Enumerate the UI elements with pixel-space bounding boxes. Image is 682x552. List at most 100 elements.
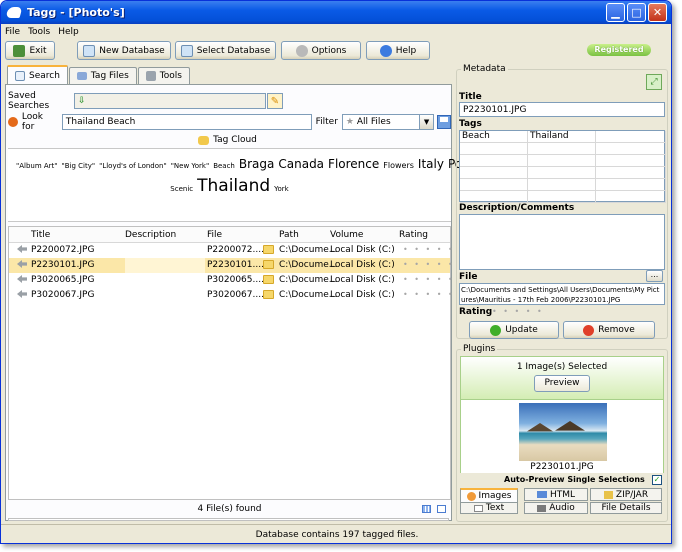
tag-cloud-item[interactable]: "Lloyd's of London" <box>99 162 167 170</box>
tag-cell[interactable] <box>528 167 596 179</box>
column-file[interactable]: File <box>207 230 222 240</box>
tag-cell[interactable] <box>460 155 528 167</box>
tag-cloud-item[interactable]: Flowers <box>383 161 414 170</box>
photo-thumbnail[interactable] <box>519 403 607 461</box>
plugin-tab-html[interactable]: HTML <box>524 488 588 501</box>
help-button[interactable]: Help <box>366 41 430 60</box>
list-view-icon[interactable] <box>437 505 446 513</box>
tab-tag-files[interactable]: Tag Files <box>68 67 137 84</box>
title-input[interactable]: P2230101.JPG <box>459 102 665 117</box>
saved-searches-select[interactable]: ⇩ <box>74 93 266 109</box>
plugin-tab-file-details[interactable]: File Details <box>590 502 662 514</box>
rating-label: Rating <box>459 307 493 317</box>
exit-button[interactable]: Exit <box>5 41 55 60</box>
tag-cloud-item[interactable]: Canada <box>278 157 324 171</box>
auto-preview-checkbox[interactable]: ✓ <box>652 475 662 485</box>
remove-button[interactable]: Remove <box>563 321 655 339</box>
preview-button[interactable]: Preview <box>534 375 590 392</box>
grid-view-icon[interactable] <box>422 505 431 513</box>
app-window: Tagg - [Photo's] ▁ □ ✕ File Tools Help E… <box>0 0 672 544</box>
file-label: File <box>459 272 478 282</box>
tag-cell[interactable]: Thailand <box>528 131 596 143</box>
folder-icon[interactable] <box>263 245 274 254</box>
clear-search-icon[interactable] <box>8 117 18 127</box>
table-row[interactable]: P3020067.JPG P3020067.... C:\Docume... Loca… <box>9 288 453 303</box>
umbrella-shape <box>527 423 553 432</box>
column-path[interactable]: Path <box>279 230 299 240</box>
tag-cell[interactable] <box>528 191 596 203</box>
tag-cloud-item[interactable]: Italy <box>418 157 444 171</box>
tag-cloud-item[interactable]: Scenic <box>170 185 193 193</box>
new-database-button[interactable]: New Database <box>77 41 171 60</box>
file-path-field[interactable]: C:\Documents and Settings\All Users\Docu… <box>459 283 665 305</box>
table-row[interactable]: P3020065.JPG P3020065.... C:\Docume... Loca… <box>9 273 453 288</box>
tag-cloud-item[interactable]: Florence <box>328 157 379 171</box>
description-cell[interactable] <box>125 258 205 273</box>
tag-cloud-item[interactable]: Thailand <box>197 176 270 196</box>
tag-cell[interactable] <box>460 179 528 191</box>
status-bar: Database contains 197 tagged files. <box>1 524 671 543</box>
update-button[interactable]: Update <box>469 321 559 339</box>
description-textarea[interactable] <box>459 214 665 270</box>
cell-volume: Local Disk (C:) <box>330 245 395 255</box>
column-rating[interactable]: Rating <box>399 230 428 240</box>
filter-select[interactable]: ★ All Files ▼ <box>341 114 435 130</box>
tag-cell[interactable] <box>596 143 666 155</box>
plugin-tab-text[interactable]: Text <box>460 502 518 514</box>
table-row[interactable]: P2230101.JPG P2230101.... C:\Docume... Loca… <box>9 258 453 273</box>
maximize-button[interactable]: □ <box>627 3 646 22</box>
tag-cloud-item[interactable]: Beach <box>213 162 235 170</box>
tag-cloud-item[interactable]: "Album Art" <box>16 162 58 170</box>
tag-cloud-item[interactable]: "Big City" <box>62 162 96 170</box>
tag-cell[interactable] <box>596 191 666 203</box>
tag-cell[interactable] <box>596 179 666 191</box>
tag-cell[interactable] <box>460 143 528 155</box>
plugin-tab-audio[interactable]: Audio <box>524 502 588 514</box>
tag-cell[interactable] <box>596 131 666 143</box>
options-button[interactable]: Options <box>281 41 361 60</box>
tags-table[interactable]: Beach Thailand <box>459 130 666 203</box>
saved-searches-row: Saved Searches ⇩ ✎ <box>8 91 283 111</box>
tag-cell[interactable] <box>460 191 528 203</box>
column-volume[interactable]: Volume <box>330 230 363 240</box>
folder-icon[interactable] <box>263 260 274 269</box>
tag-cell[interactable] <box>596 155 666 167</box>
rating-stars[interactable]: • • • • • <box>492 307 544 316</box>
file-list: Title Description File Path Volume Ratin… <box>8 226 453 500</box>
save-search-button[interactable] <box>437 115 451 129</box>
plugin-tab-zip-jar[interactable]: ZIP/JAR <box>590 488 662 501</box>
column-title[interactable]: Title <box>31 230 50 240</box>
tag-cloud-item[interactable]: "New York" <box>171 162 210 170</box>
new-database-icon <box>83 44 96 57</box>
edit-saved-search-button[interactable]: ✎ <box>267 93 283 109</box>
minimize-button[interactable]: ▁ <box>606 3 625 22</box>
title-bar[interactable]: Tagg - [Photo's] ▁ □ ✕ <box>1 1 671 24</box>
row-arrow-icon <box>17 275 27 283</box>
menu-tools[interactable]: Tools <box>28 27 50 37</box>
tag-cell[interactable] <box>528 179 596 191</box>
folder-icon[interactable] <box>263 290 274 299</box>
horizontal-scrollbar[interactable] <box>8 518 449 521</box>
tag-cell[interactable] <box>596 167 666 179</box>
menu-file[interactable]: File <box>5 27 20 37</box>
browse-file-button[interactable]: ... <box>646 270 663 282</box>
table-row[interactable]: P2200072.JPG P2200072.... C:\Docume... Loca… <box>9 243 453 258</box>
folder-icon[interactable] <box>263 275 274 284</box>
plugin-tab-images[interactable]: Images <box>460 488 518 503</box>
images-icon <box>466 491 476 501</box>
select-database-button[interactable]: Select Database <box>175 41 276 60</box>
look-for-input[interactable]: Thailand Beach <box>61 114 312 130</box>
menu-help[interactable]: Help <box>58 27 79 37</box>
tag-cell[interactable] <box>528 155 596 167</box>
tab-tools[interactable]: Tools <box>137 67 190 84</box>
tag-cloud-item[interactable]: Braga <box>239 157 275 171</box>
tag-cloud-item[interactable]: York <box>274 185 289 193</box>
tag-cell[interactable] <box>460 167 528 179</box>
column-description[interactable]: Description <box>125 230 176 240</box>
close-button[interactable]: ✕ <box>648 3 667 22</box>
tag-cell[interactable] <box>528 143 596 155</box>
cell-path: C:\Docume... <box>279 260 338 270</box>
expand-icon[interactable]: ⤢ <box>646 74 662 90</box>
tab-search[interactable]: Search <box>7 65 68 84</box>
tag-cell[interactable]: Beach <box>460 131 528 143</box>
